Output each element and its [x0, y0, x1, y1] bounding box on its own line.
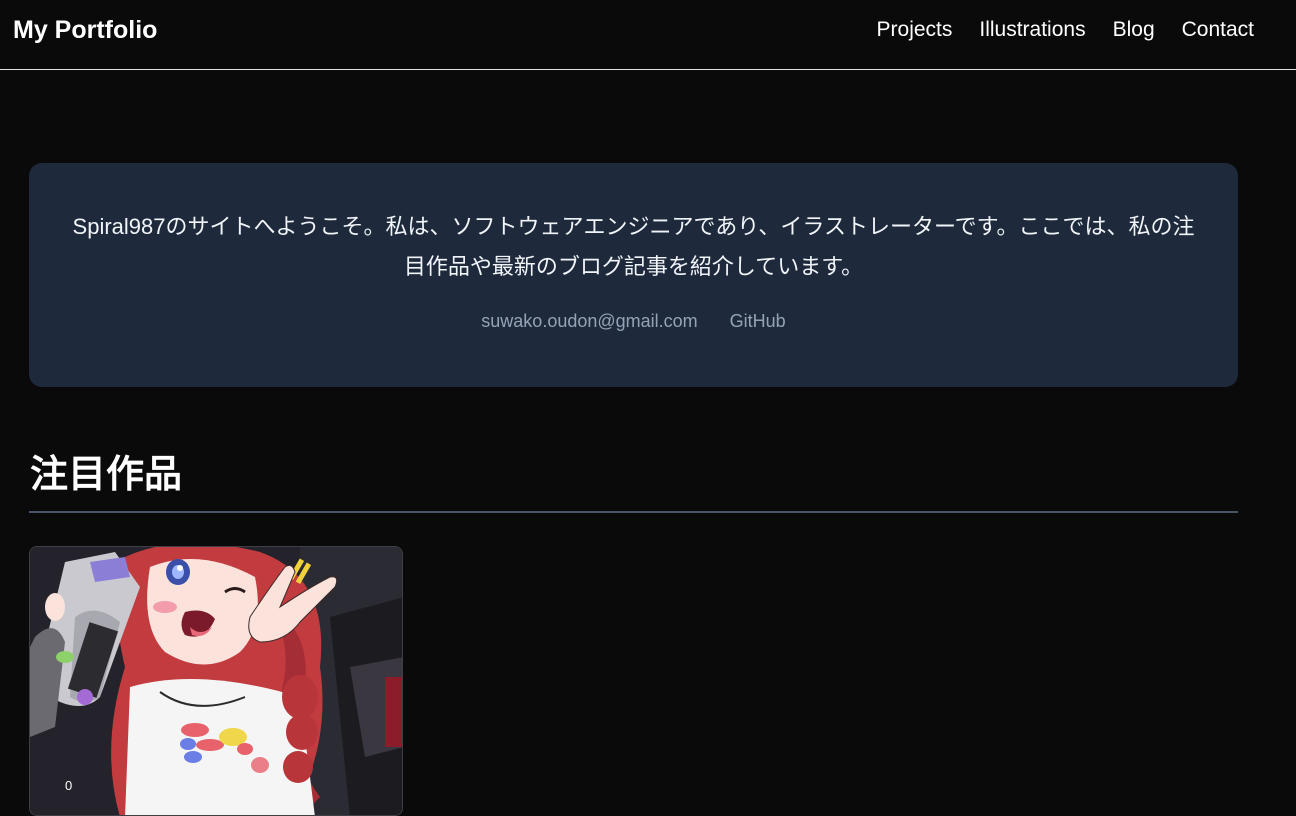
email-link[interactable]: suwako.oudon@gmail.com [481, 309, 697, 333]
brand-logo[interactable]: My Portfolio [13, 14, 157, 46]
card-counter: 0 [65, 778, 73, 793]
main-nav: Projects Illustrations Blog Contact [877, 16, 1254, 44]
featured-section-title: 注目作品 [30, 454, 183, 496]
nav-projects[interactable]: Projects [877, 16, 953, 44]
nav-blog[interactable]: Blog [1113, 16, 1155, 44]
nav-illustrations[interactable]: Illustrations [979, 16, 1085, 44]
site-header: My Portfolio Projects Illustrations Blog… [0, 0, 1296, 70]
section-divider [29, 511, 1238, 513]
illustration-image [30, 547, 402, 815]
featured-work-card[interactable]: 0 [29, 546, 403, 816]
github-link[interactable]: GitHub [730, 309, 786, 333]
intro-panel: Spiral987のサイトへようこそ。私は、ソフトウェアエンジニアであり、イラス… [29, 163, 1238, 387]
nav-contact[interactable]: Contact [1182, 16, 1254, 44]
contact-links: suwako.oudon@gmail.com GitHub [69, 309, 1198, 333]
intro-text: Spiral987のサイトへようこそ。私は、ソフトウェアエンジニアであり、イラス… [72, 214, 1195, 279]
